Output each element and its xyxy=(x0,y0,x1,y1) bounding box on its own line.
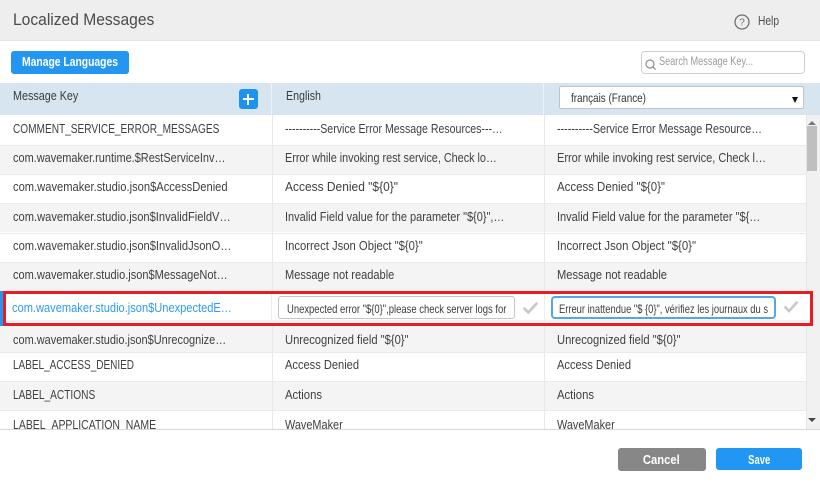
svg-text:?: ? xyxy=(739,18,745,29)
